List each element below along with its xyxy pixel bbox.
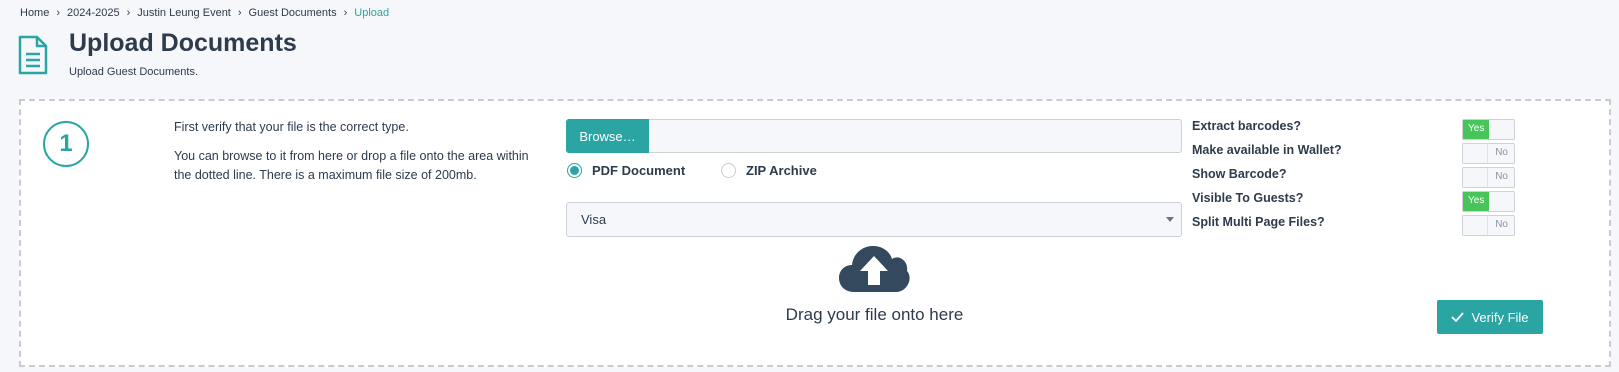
breadcrumb-home[interactable]: Home bbox=[20, 7, 49, 19]
verify-file-button[interactable]: Verify File bbox=[1437, 300, 1543, 334]
toggle-knob bbox=[1463, 168, 1488, 187]
option-label-visible-to-guests: Visible To Guests? bbox=[1192, 191, 1304, 205]
option-label-extract-barcodes: Extract barcodes? bbox=[1192, 119, 1302, 133]
breadcrumb-season[interactable]: 2024-2025 bbox=[67, 7, 120, 19]
radio-zip-archive[interactable]: ZIP Archive bbox=[721, 163, 817, 178]
page-subtitle: Upload Guest Documents. bbox=[69, 66, 199, 78]
verify-file-label: Verify File bbox=[1471, 309, 1529, 325]
document-type-select[interactable]: Visa bbox=[566, 202, 1182, 237]
breadcrumb: Home › 2024-2025 › Justin Leung Event › … bbox=[20, 7, 389, 19]
document-icon bbox=[17, 35, 49, 80]
checkmark-icon bbox=[1451, 312, 1465, 322]
chevron-right-icon: › bbox=[237, 7, 242, 19]
drag-instruction: Drag your file onto here bbox=[785, 305, 964, 324]
radio-checked-icon bbox=[567, 163, 582, 178]
option-label-show-barcode: Show Barcode? bbox=[1192, 167, 1287, 181]
toggle-value: Yes bbox=[1468, 195, 1485, 206]
chevron-right-icon: › bbox=[56, 7, 61, 19]
select-value: Visa bbox=[581, 212, 607, 227]
toggle-value: No bbox=[1495, 171, 1508, 182]
chevron-right-icon: › bbox=[343, 7, 348, 19]
breadcrumb-upload: Upload bbox=[354, 7, 390, 19]
toggle-knob bbox=[1463, 216, 1488, 235]
toggle-extract-barcodes[interactable]: Yes bbox=[1462, 119, 1515, 140]
step-number: 1 bbox=[43, 121, 89, 167]
radio-pdf-document[interactable]: PDF Document bbox=[567, 163, 685, 178]
toggle-show-barcode[interactable]: No bbox=[1462, 167, 1515, 188]
toggle-make-available-wallet[interactable]: No bbox=[1462, 143, 1515, 164]
caret-down-icon bbox=[1166, 217, 1174, 222]
toggle-value: No bbox=[1495, 219, 1508, 230]
radio-unchecked-icon bbox=[721, 163, 736, 178]
instruction-verify: First verify that your file is the corre… bbox=[174, 120, 409, 134]
toggle-split-multi-page[interactable]: No bbox=[1462, 215, 1515, 236]
radio-label: ZIP Archive bbox=[746, 163, 817, 178]
radio-label: PDF Document bbox=[592, 163, 686, 178]
breadcrumb-event[interactable]: Justin Leung Event bbox=[137, 7, 231, 19]
breadcrumb-guest-documents[interactable]: Guest Documents bbox=[249, 7, 337, 19]
page-title: Upload Documents bbox=[69, 29, 297, 57]
option-label-make-available-wallet: Make available in Wallet? bbox=[1192, 143, 1342, 157]
browse-button[interactable]: Browse… bbox=[566, 119, 649, 153]
upload-dropzone[interactable]: 1 First verify that your file is the cor… bbox=[19, 99, 1611, 367]
file-input[interactable]: Browse… bbox=[566, 119, 1182, 153]
option-label-split-multi-page: Split Multi Page Files? bbox=[1192, 215, 1325, 229]
chevron-right-icon: › bbox=[126, 7, 131, 19]
toggle-visible-to-guests[interactable]: Yes bbox=[1462, 191, 1515, 212]
instruction-browse: You can browse to it from here or drop a… bbox=[174, 149, 529, 182]
toggle-value: No bbox=[1495, 147, 1508, 158]
cloud-upload-icon bbox=[838, 244, 910, 299]
toggle-knob bbox=[1463, 144, 1488, 163]
toggle-value: Yes bbox=[1468, 123, 1485, 134]
